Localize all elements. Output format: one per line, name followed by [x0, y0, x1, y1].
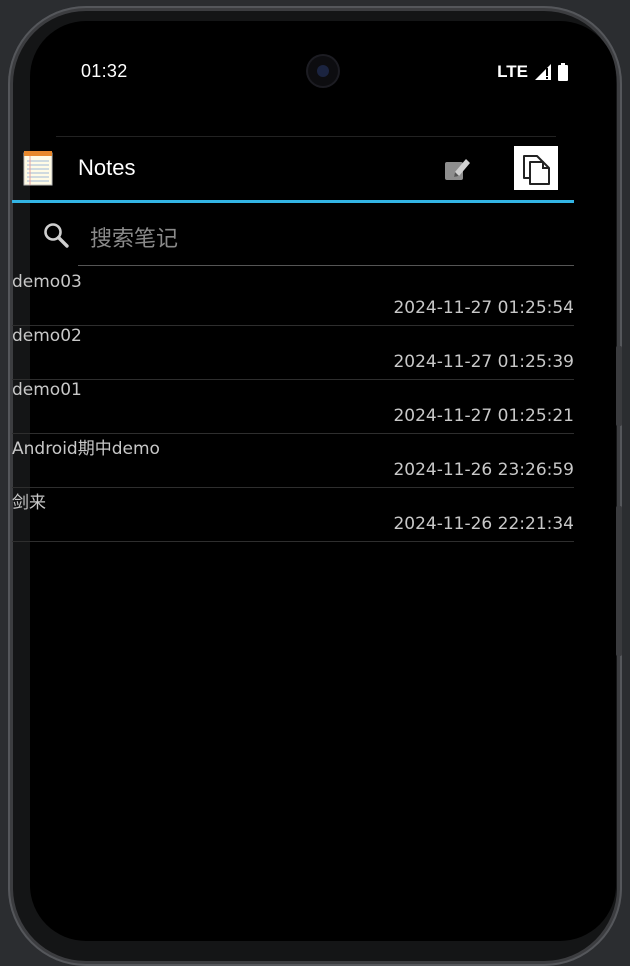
edit-note-icon — [445, 159, 470, 180]
note-title: demo02 — [12, 326, 82, 346]
notepad-icon — [23, 151, 53, 186]
note-item[interactable]: Android期中demo 2024-11-26 23:26:59 — [12, 434, 574, 488]
app-title: Notes — [78, 155, 136, 180]
status-icons: LTE — [497, 62, 568, 82]
search-input[interactable] — [78, 213, 574, 266]
front-camera — [308, 56, 338, 86]
note-timestamp: 2024-11-27 01:25:39 — [393, 352, 574, 372]
note-title: 剑来 — [12, 493, 46, 513]
note-timestamp: 2024-11-26 22:21:34 — [393, 514, 574, 534]
paste-button[interactable] — [514, 146, 558, 190]
new-note-button[interactable] — [440, 152, 474, 186]
note-item[interactable]: demo02 2024-11-27 01:25:39 — [12, 326, 574, 380]
note-timestamp: 2024-11-26 23:26:59 — [393, 460, 574, 480]
notes-list: demo03 2024-11-27 01:25:54 demo02 2024-1… — [12, 272, 574, 542]
note-title: demo01 — [12, 380, 82, 400]
note-item[interactable]: demo03 2024-11-27 01:25:54 — [12, 272, 574, 326]
note-timestamp: 2024-11-27 01:25:21 — [393, 406, 574, 426]
note-item[interactable]: 剑来 2024-11-26 22:21:34 — [12, 488, 574, 542]
status-bar: 01:32 LTE — [30, 21, 616, 121]
note-title: Android期中demo — [12, 439, 160, 459]
network-type: LTE — [497, 62, 528, 81]
action-bar: Notes — [12, 138, 574, 203]
header-top-divider — [56, 136, 556, 137]
note-item[interactable]: demo01 2024-11-27 01:25:21 — [12, 380, 574, 434]
battery-icon — [558, 63, 568, 81]
note-timestamp: 2024-11-27 01:25:54 — [393, 298, 574, 318]
paste-icon — [523, 155, 550, 185]
note-title: demo03 — [12, 272, 82, 292]
search-bar — [12, 203, 574, 273]
volume-button — [616, 346, 622, 426]
search-icon — [44, 223, 69, 248]
status-time: 01:32 — [81, 61, 128, 81]
power-button — [616, 506, 622, 656]
signal-icon — [535, 64, 551, 80]
